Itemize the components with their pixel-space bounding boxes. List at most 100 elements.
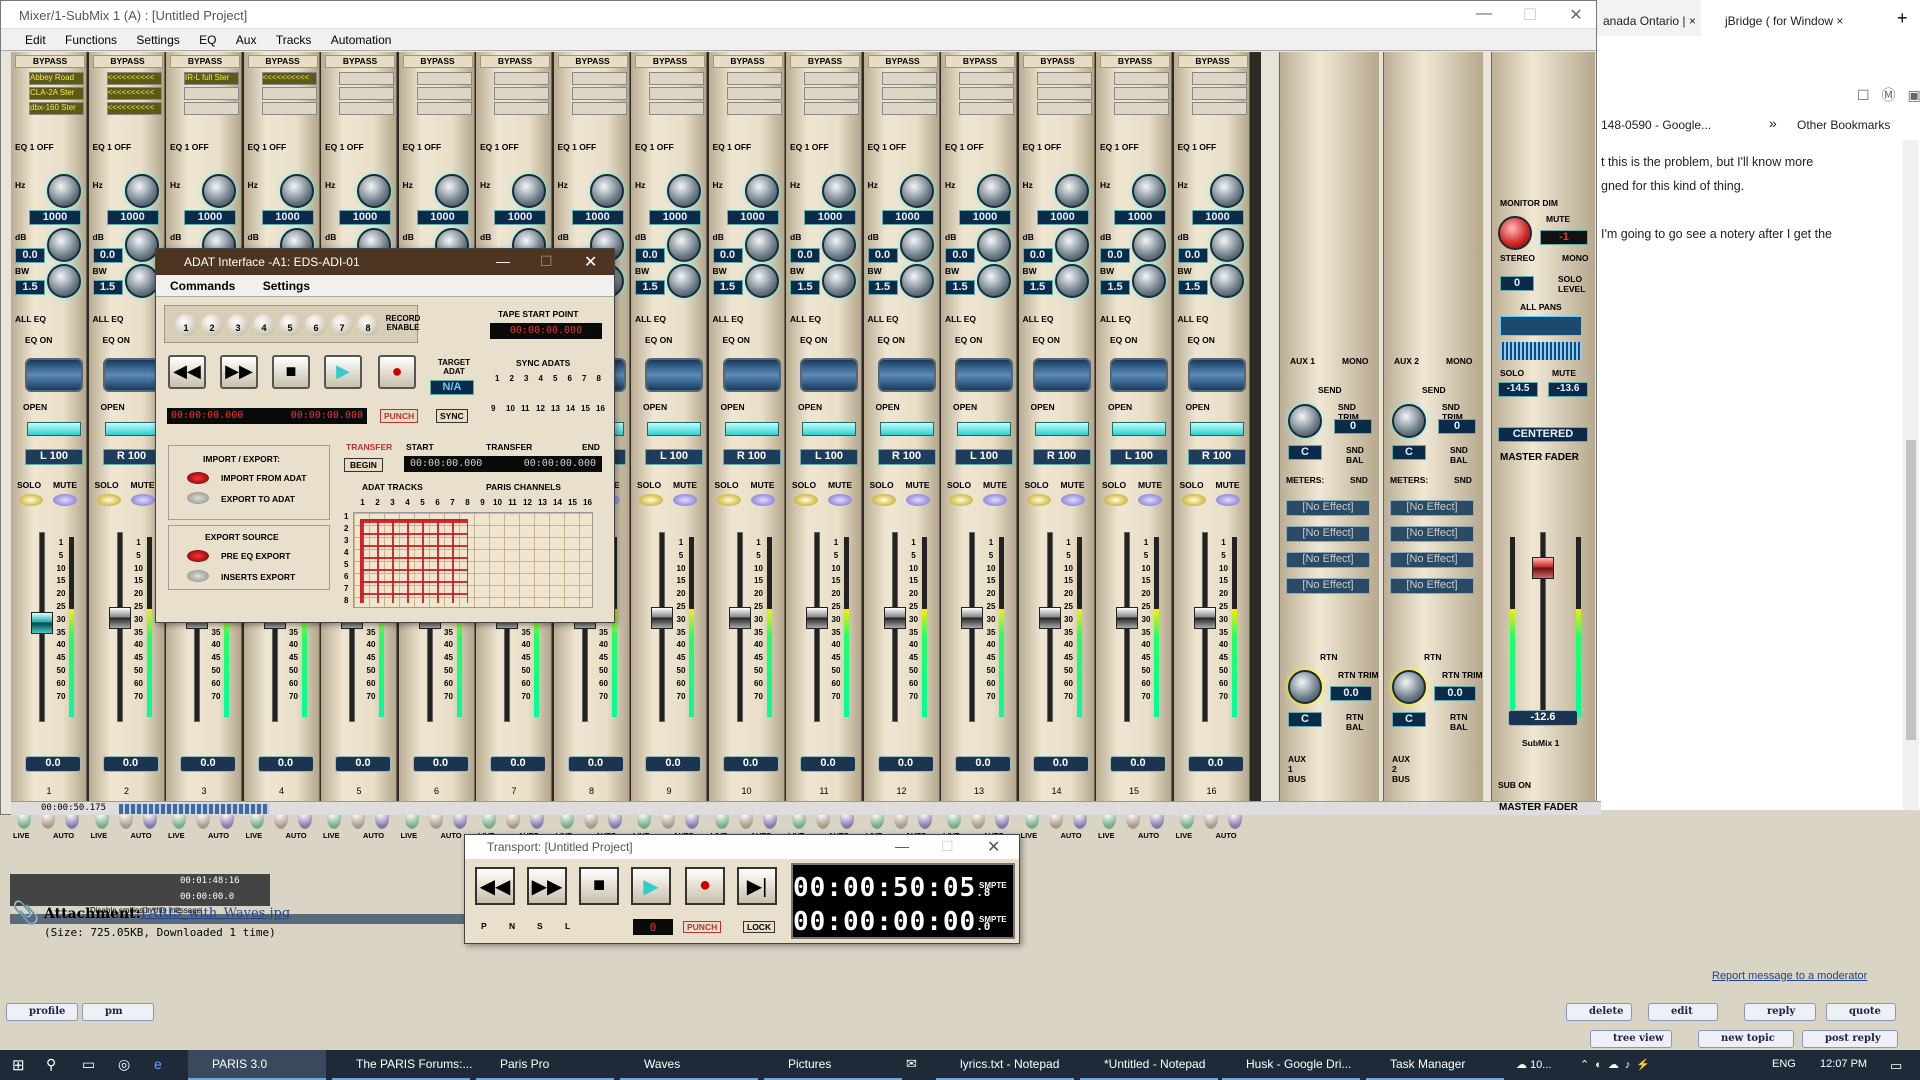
mute-button[interactable] xyxy=(1215,494,1240,506)
bypass-button[interactable]: BYPASS xyxy=(480,55,550,68)
insert-slot[interactable] xyxy=(726,102,782,115)
all-eq-button[interactable]: ALL EQ xyxy=(1100,314,1131,324)
chevron-icon[interactable]: » xyxy=(1769,115,1777,131)
begin-button[interactable]: BEGIN xyxy=(344,458,383,472)
quote-button[interactable]: quote xyxy=(1826,1003,1896,1021)
task-paris[interactable]: PARIS 3.0 xyxy=(188,1050,326,1080)
notification-icon[interactable]: ▭ xyxy=(1890,1058,1902,1074)
effect-slot-1[interactable]: [No Effect] xyxy=(1390,500,1474,516)
mute-button[interactable] xyxy=(828,494,852,506)
frequency-knob[interactable] xyxy=(357,174,391,208)
position-bar[interactable] xyxy=(119,804,269,814)
pan-knob[interactable] xyxy=(957,422,1011,436)
eq-band-label[interactable]: EQ 1 OFF xyxy=(1100,142,1139,152)
pan-knob[interactable] xyxy=(1034,422,1089,436)
open-button[interactable]: OPEN xyxy=(798,402,822,412)
insert-slot[interactable]: <<<<<<<<<< xyxy=(106,72,162,85)
insert-slot[interactable]: IR-L full Ster xyxy=(184,72,239,85)
bypass-button[interactable]: BYPASS xyxy=(945,55,1015,68)
eq-on-button[interactable]: EQ ON xyxy=(1033,335,1060,345)
insert-slot[interactable] xyxy=(1191,87,1247,100)
insert-slot[interactable]: <<<<<<<<<< xyxy=(261,72,317,85)
all-eq-button[interactable]: ALL EQ xyxy=(93,314,124,324)
l-button[interactable]: L xyxy=(565,921,570,931)
other-bookmarks[interactable]: Other Bookmarks xyxy=(1797,118,1890,132)
insert-slot[interactable] xyxy=(959,102,1014,115)
eq-band-label[interactable]: EQ 1 OFF xyxy=(248,142,287,152)
frequency-knob[interactable] xyxy=(124,174,159,208)
s-button[interactable]: S xyxy=(537,921,543,931)
solo-button[interactable] xyxy=(1181,494,1206,506)
close-icon[interactable]: ✕ xyxy=(987,837,1000,857)
sync-adat-4[interactable]: 4 xyxy=(539,374,543,383)
fader-cap[interactable] xyxy=(961,607,983,629)
insert-slot[interactable] xyxy=(494,102,549,115)
eq-band-label[interactable]: EQ 1 OFF xyxy=(93,142,132,152)
sync-adat-2[interactable]: 2 xyxy=(510,374,514,383)
insert-slot[interactable] xyxy=(1114,72,1169,85)
insert-slot[interactable] xyxy=(959,87,1014,100)
search-icon[interactable]: ⚲ xyxy=(46,1056,56,1073)
task-lyrics[interactable]: lyrics.txt - Notepad xyxy=(936,1050,1074,1080)
insert-slot[interactable] xyxy=(1114,87,1169,100)
clock[interactable]: 12:07 PM xyxy=(1820,1058,1867,1070)
frequency-knob[interactable] xyxy=(1209,174,1244,208)
eq-curve-display[interactable] xyxy=(800,358,858,392)
record-button[interactable]: ● xyxy=(378,355,416,389)
gain-knob[interactable] xyxy=(124,228,159,262)
tray-icons[interactable]: ⌃◐☁♪⚡ xyxy=(1580,1058,1656,1071)
mute-label[interactable]: MUTE xyxy=(1552,368,1576,378)
sync-adat-6[interactable]: 6 xyxy=(568,374,572,383)
scrollbar-thumb[interactable] xyxy=(1906,440,1916,740)
maximize-icon[interactable]: ☐ xyxy=(941,838,954,855)
pan-knob[interactable] xyxy=(104,422,159,436)
eq-band-label[interactable]: EQ 1 OFF xyxy=(403,142,442,152)
gain-knob[interactable] xyxy=(47,228,81,262)
eq-curve-display[interactable] xyxy=(722,358,781,392)
all-pans-button[interactable]: ALL PANS xyxy=(1520,302,1562,312)
open-button[interactable]: OPEN xyxy=(1186,402,1210,412)
bypass-button[interactable]: BYPASS xyxy=(635,55,705,68)
effect-slot-3[interactable]: [No Effect] xyxy=(1390,552,1474,568)
open-button[interactable]: OPEN xyxy=(23,402,47,412)
bandwidth-knob[interactable] xyxy=(899,264,934,298)
punch-button[interactable]: PUNCH xyxy=(683,921,722,933)
fader-cap[interactable] xyxy=(728,607,751,629)
edge-icon[interactable]: e xyxy=(154,1056,162,1072)
frequency-knob[interactable] xyxy=(589,174,624,208)
open-button[interactable]: OPEN xyxy=(721,402,745,412)
frequency-knob[interactable] xyxy=(667,174,701,208)
bypass-button[interactable]: BYPASS xyxy=(1022,55,1093,68)
bandwidth-knob[interactable] xyxy=(822,264,856,298)
insert-slot[interactable] xyxy=(881,102,937,115)
edit-button[interactable]: edit xyxy=(1648,1003,1718,1021)
insert-slot[interactable] xyxy=(881,87,937,100)
mono-label[interactable]: MONO xyxy=(1562,253,1588,263)
fader-cap[interactable] xyxy=(1193,607,1216,629)
bypass-button[interactable]: BYPASS xyxy=(325,55,395,68)
tape-start-time[interactable]: 00:00:00.000 xyxy=(490,323,602,339)
bypass-button[interactable]: BYPASS xyxy=(402,55,473,68)
all-eq-button[interactable]: ALL EQ xyxy=(945,314,976,324)
task-manager[interactable]: Task Manager xyxy=(1366,1050,1504,1080)
eq-band-label[interactable]: EQ 1 OFF xyxy=(15,142,54,152)
bypass-button[interactable]: BYPASS xyxy=(247,55,318,68)
mono-label[interactable]: MONO xyxy=(1446,356,1472,366)
report-link[interactable]: Report message to a moderator xyxy=(1712,970,1867,982)
record-button[interactable]: ● xyxy=(685,867,725,905)
insert-slot[interactable] xyxy=(1036,72,1092,85)
gain-knob[interactable] xyxy=(977,228,1011,262)
menu-tracks[interactable]: Tracks xyxy=(276,33,312,47)
stereo-label[interactable]: STEREO xyxy=(1500,253,1535,263)
monitor-mute[interactable]: MUTE xyxy=(1546,214,1570,224)
bookmark-item[interactable]: 148-0590 - Google... xyxy=(1601,118,1711,132)
new-tab-icon[interactable]: + xyxy=(1897,8,1908,29)
import-from-adat[interactable]: IMPORT FROM ADAT xyxy=(221,473,306,483)
delete-button[interactable]: delete xyxy=(1566,1003,1632,1021)
pre-eq-export[interactable]: PRE EQ EXPORT xyxy=(221,551,290,561)
eq-band-label[interactable]: EQ 1 OFF xyxy=(480,142,519,152)
bypass-button[interactable]: BYPASS xyxy=(712,55,783,68)
maximize-icon[interactable]: ☐ xyxy=(540,253,553,270)
target-adat-value[interactable]: N/A xyxy=(430,380,474,395)
fader-cap[interactable] xyxy=(806,607,828,629)
